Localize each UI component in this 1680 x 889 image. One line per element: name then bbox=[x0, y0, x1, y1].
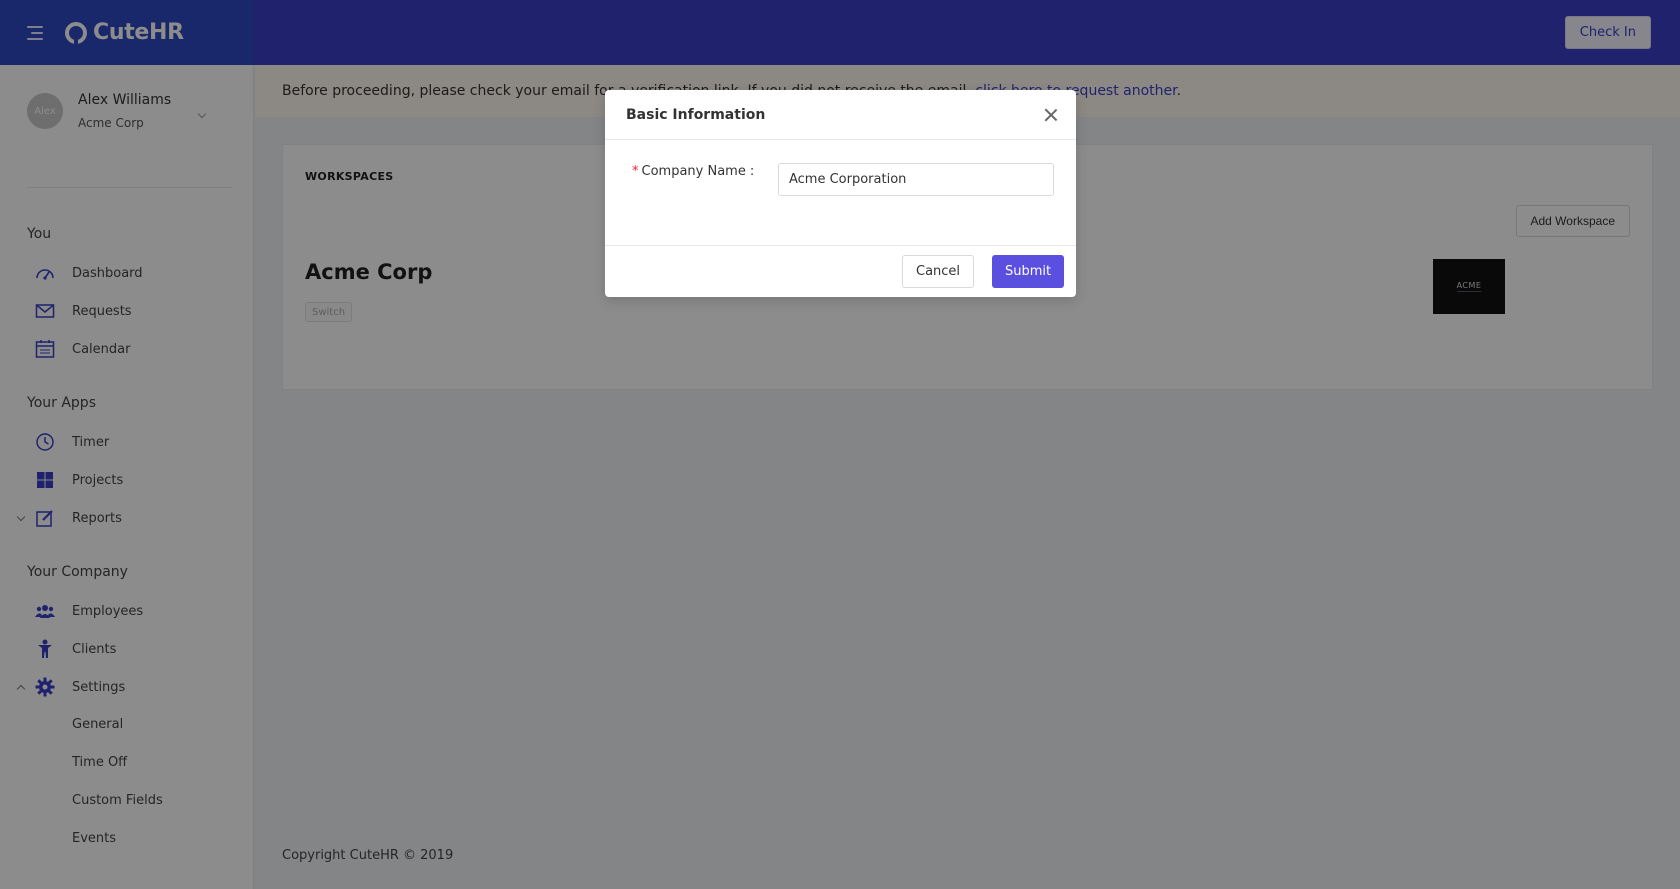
label-colon: : bbox=[749, 164, 755, 179]
modal-title: Basic Information bbox=[626, 107, 766, 123]
company-name-label: Company Name bbox=[641, 164, 746, 179]
submit-button[interactable]: Submit bbox=[992, 255, 1065, 288]
company-name-row: * Company Name : bbox=[632, 164, 754, 179]
modal-header: Basic Information bbox=[605, 90, 1076, 140]
required-mark: * bbox=[632, 164, 639, 179]
close-icon[interactable] bbox=[1044, 108, 1058, 122]
cancel-button[interactable]: Cancel bbox=[902, 255, 975, 288]
basic-information-modal: Basic Information * Company Name : Cance… bbox=[605, 90, 1076, 297]
modal-footer: Cancel Submit bbox=[605, 245, 1076, 297]
company-name-input[interactable] bbox=[778, 163, 1054, 196]
